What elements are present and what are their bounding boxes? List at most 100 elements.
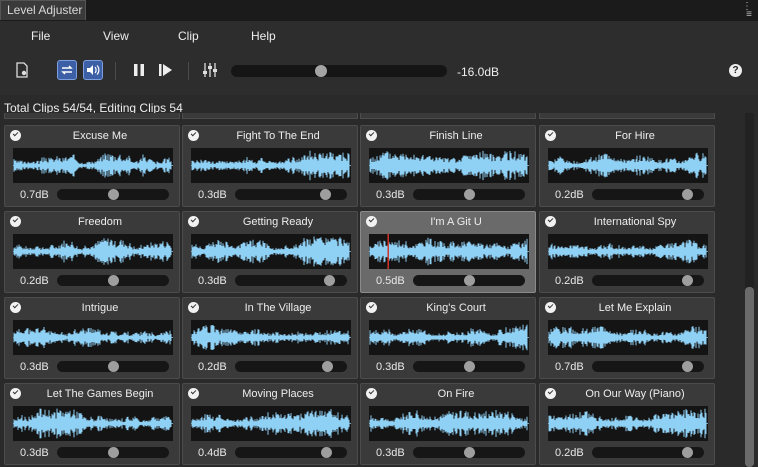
clip-waveform[interactable] [548, 148, 708, 183]
clip-checkbox-icon[interactable] [10, 302, 21, 313]
play-next-button[interactable] [156, 60, 176, 80]
clip-waveform[interactable] [191, 320, 351, 355]
clip-gain-slider[interactable] [592, 189, 704, 200]
clip-waveform[interactable] [548, 406, 708, 441]
clip-checkbox-icon[interactable] [10, 216, 21, 227]
clip-checkbox-icon[interactable] [545, 302, 556, 313]
help-icon[interactable]: ? [729, 64, 742, 77]
clip-card[interactable]: Let Me Explain 0.7dB [539, 297, 715, 379]
clip-gain-slider[interactable] [413, 189, 525, 200]
document-settings-icon[interactable] [12, 60, 32, 80]
speaker-button[interactable] [83, 60, 103, 80]
vertical-scrollbar[interactable] [745, 113, 754, 467]
clip-gain-knob[interactable] [464, 447, 475, 458]
master-gain-slider[interactable] [231, 65, 447, 77]
window-tab[interactable]: Level Adjuster [0, 0, 86, 20]
clip-gain-knob[interactable] [320, 189, 331, 200]
clip-gain-slider[interactable] [57, 189, 169, 200]
clip-gain-knob[interactable] [682, 275, 693, 286]
clip-gain-slider[interactable] [413, 447, 525, 458]
menu-help[interactable]: Help [251, 29, 276, 43]
clip-gain-slider[interactable] [57, 275, 169, 286]
clip-waveform[interactable] [369, 148, 529, 183]
menu-clip[interactable]: Clip [178, 29, 199, 43]
clip-card[interactable]: International Spy 0.2dB [539, 211, 715, 293]
clip-checkbox-icon[interactable] [188, 388, 199, 399]
menu-file[interactable]: File [31, 29, 50, 43]
clip-gain-slider[interactable] [235, 361, 347, 372]
clip-checkbox-icon[interactable] [188, 216, 199, 227]
clip-waveform[interactable] [548, 320, 708, 355]
clip-gain-slider[interactable] [413, 275, 525, 286]
clip-gain-slider[interactable] [413, 361, 525, 372]
clip-card[interactable]: Getting Ready 0.3dB [182, 211, 358, 293]
clip-gain-slider[interactable] [235, 275, 347, 286]
clip-card[interactable]: For Hire 0.2dB [539, 125, 715, 207]
clip-gain-knob[interactable] [108, 447, 119, 458]
master-gain-knob[interactable] [315, 65, 327, 77]
clip-gain-slider[interactable] [57, 361, 169, 372]
previous-row-card [182, 113, 358, 119]
clip-gain-knob[interactable] [324, 275, 335, 286]
clip-gain-knob[interactable] [321, 447, 332, 458]
clip-gain-value: 0.2dB [555, 189, 584, 201]
clip-gain-knob[interactable] [464, 189, 475, 200]
clip-checkbox-icon[interactable] [188, 130, 199, 141]
scrollbar-thumb[interactable] [745, 287, 754, 467]
pause-button[interactable] [129, 60, 149, 80]
clip-name: Let Me Explain [598, 302, 672, 314]
clip-waveform[interactable] [548, 234, 708, 269]
clip-checkbox-icon[interactable] [545, 388, 556, 399]
clip-card[interactable]: Finish Line 0.3dB [360, 125, 536, 207]
clip-waveform[interactable] [369, 406, 529, 441]
clip-checkbox-icon[interactable] [10, 388, 21, 399]
clip-checkbox-icon[interactable] [545, 216, 556, 227]
clip-gain-slider[interactable] [592, 361, 704, 372]
clip-checkbox-icon[interactable] [545, 130, 556, 141]
clip-gain-slider[interactable] [592, 447, 704, 458]
clip-checkbox-icon[interactable] [366, 216, 377, 227]
clip-gain-knob[interactable] [108, 275, 119, 286]
clip-gain-knob[interactable] [108, 189, 119, 200]
window-options-icon[interactable]: ⋮ ≡ [742, 2, 752, 20]
clip-waveform[interactable] [13, 320, 173, 355]
clip-waveform[interactable] [191, 406, 351, 441]
clip-gain-knob[interactable] [682, 361, 693, 372]
clip-checkbox-icon[interactable] [10, 130, 21, 141]
clip-card[interactable]: Freedom 0.2dB [4, 211, 180, 293]
clip-gain-knob[interactable] [108, 361, 119, 372]
clip-gain-knob[interactable] [322, 361, 333, 372]
clip-card[interactable]: Fight To The End 0.3dB [182, 125, 358, 207]
clip-gain-knob[interactable] [464, 275, 475, 286]
clip-card[interactable]: On Our Way (Piano) 0.2dB [539, 383, 715, 465]
clip-waveform[interactable] [369, 234, 529, 269]
clip-card[interactable]: Let The Games Begin 0.3dB [4, 383, 180, 465]
clip-card[interactable]: I'm A Git U 0.5dB [360, 211, 536, 293]
clip-waveform[interactable] [369, 320, 529, 355]
clip-waveform[interactable] [13, 234, 173, 269]
clip-gain-slider[interactable] [592, 275, 704, 286]
clip-gain-knob[interactable] [682, 189, 693, 200]
clip-gain-knob[interactable] [682, 447, 693, 458]
clip-card[interactable]: In The Village 0.2dB [182, 297, 358, 379]
clip-checkbox-icon[interactable] [366, 302, 377, 313]
clip-checkbox-icon[interactable] [188, 302, 199, 313]
clip-gain-slider[interactable] [235, 189, 347, 200]
clip-checkbox-icon[interactable] [366, 388, 377, 399]
clip-card[interactable]: Moving Places 0.4dB [182, 383, 358, 465]
loop-button[interactable] [57, 60, 77, 80]
clip-gain-knob[interactable] [464, 361, 475, 372]
clip-card[interactable]: On Fire 0.3dB [360, 383, 536, 465]
clip-waveform[interactable] [191, 234, 351, 269]
clip-gain-slider[interactable] [235, 447, 347, 458]
clip-gain-slider[interactable] [57, 447, 169, 458]
clip-card[interactable]: King's Court 0.3dB [360, 297, 536, 379]
menu-view[interactable]: View [103, 29, 129, 43]
clip-waveform[interactable] [13, 148, 173, 183]
clip-card[interactable]: Intrigue 0.3dB [4, 297, 180, 379]
clip-checkbox-icon[interactable] [366, 130, 377, 141]
clip-waveform[interactable] [191, 148, 351, 183]
mixer-button[interactable] [200, 60, 220, 80]
clip-waveform[interactable] [13, 406, 173, 441]
clip-card[interactable]: Excuse Me 0.7dB [4, 125, 180, 207]
